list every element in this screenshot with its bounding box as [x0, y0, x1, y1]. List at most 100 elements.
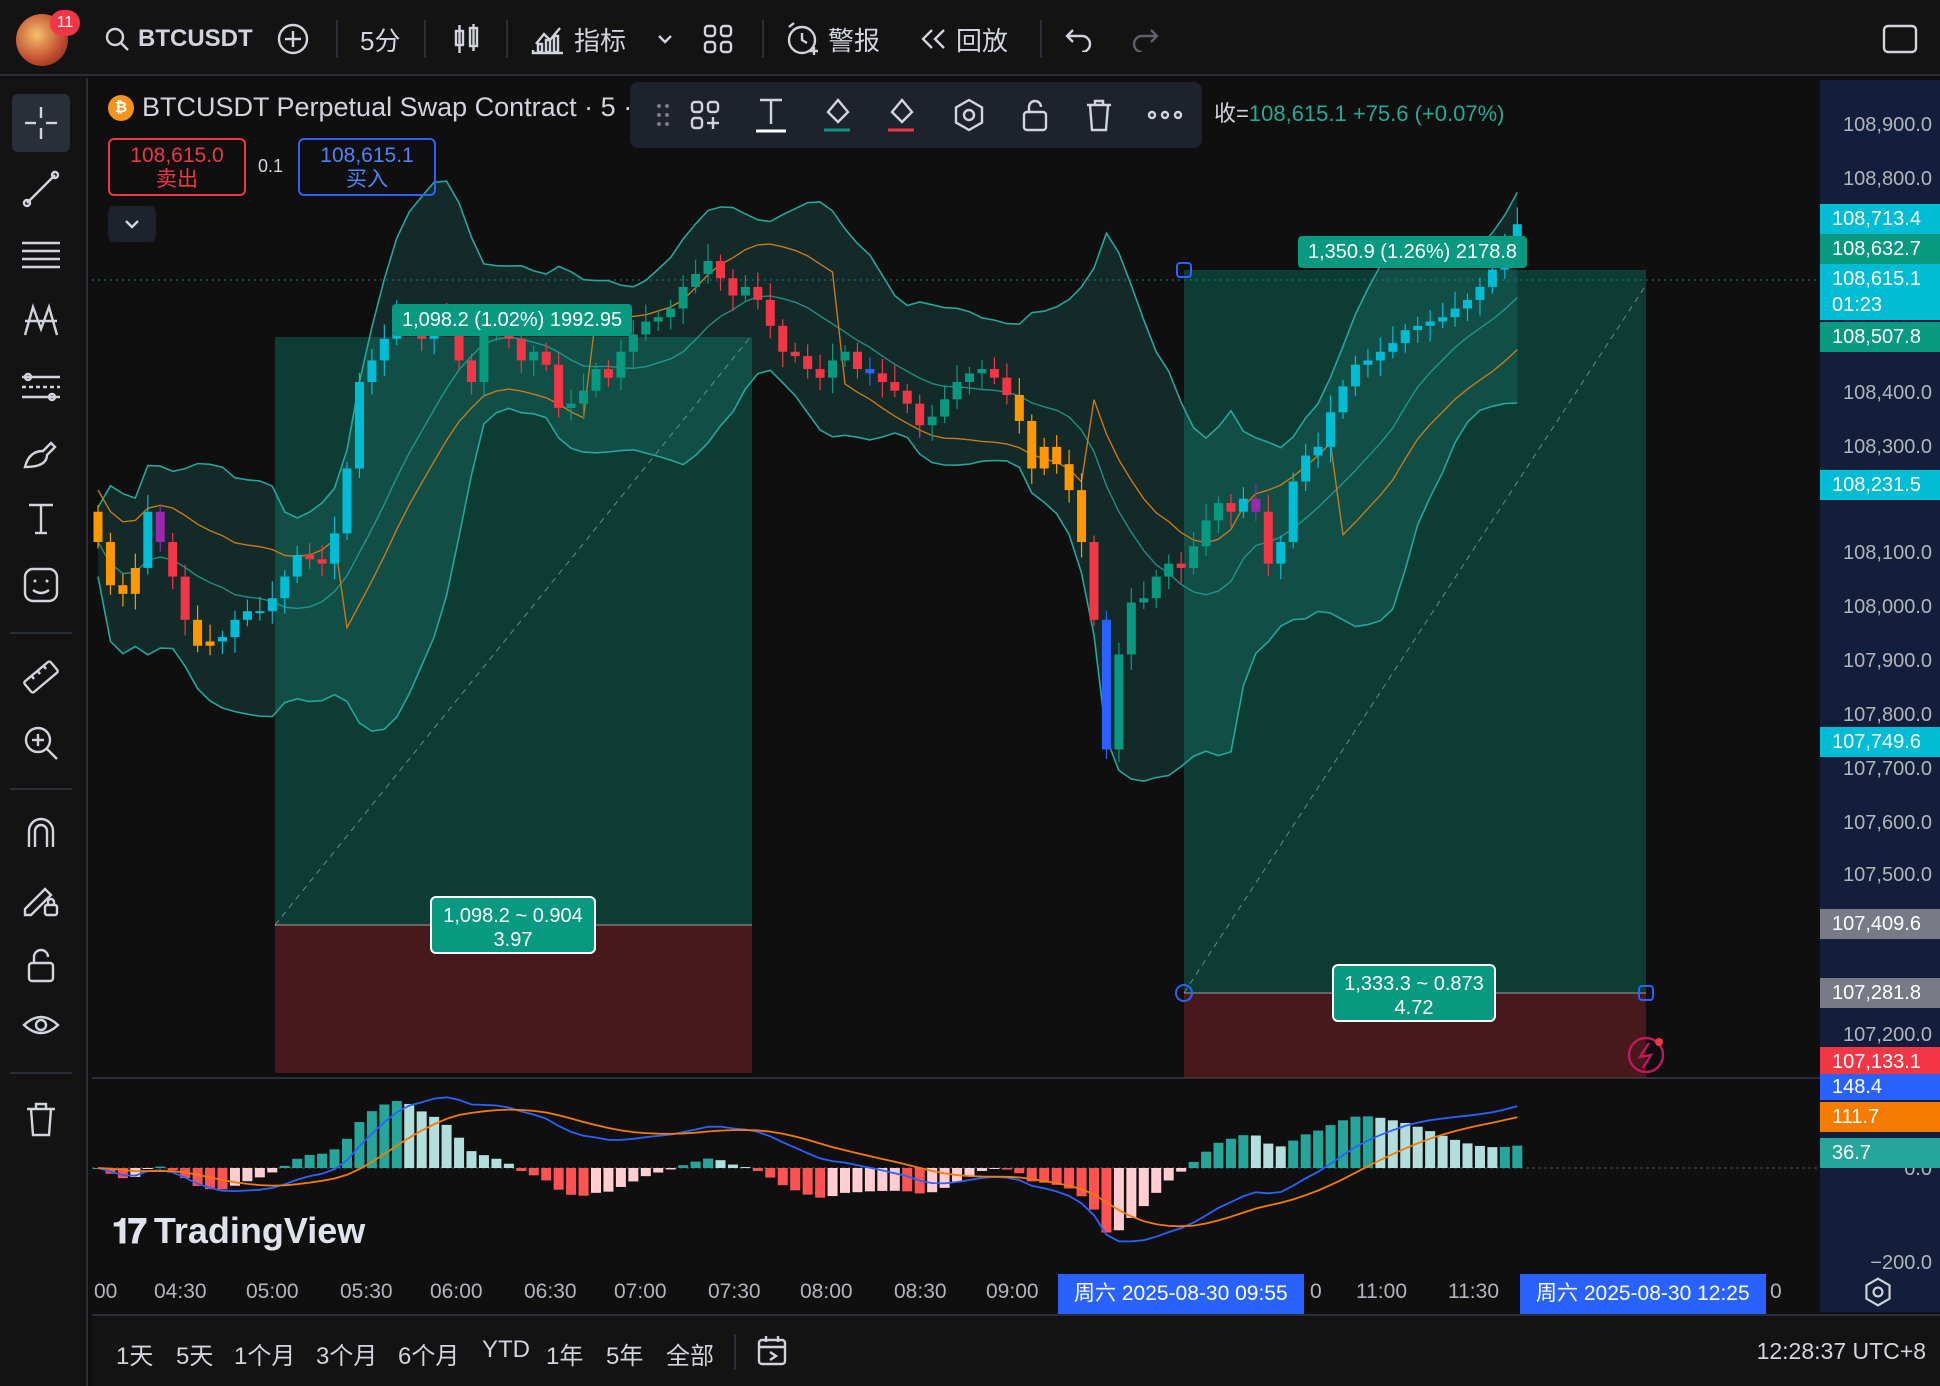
buy-button[interactable]: 108,615.1 买入	[298, 138, 436, 196]
chart-legend-title[interactable]: ₿ BTCUSDT Perpetual Swap Contract · 5 ·	[108, 92, 632, 123]
candle-body	[1176, 563, 1186, 568]
candle-body	[815, 369, 825, 378]
candle-body	[1450, 308, 1460, 318]
candle-body	[1214, 503, 1223, 521]
candle-body	[1425, 321, 1435, 326]
macd-histogram-bar	[578, 1168, 589, 1196]
bitcoin-icon: ₿	[108, 94, 134, 121]
collapse-legend-button[interactable]	[108, 206, 156, 242]
price-tag: 107,281.8	[1820, 978, 1940, 1008]
range-ytd[interactable]: YTD	[482, 1336, 530, 1364]
macd-histogram-bar	[142, 1168, 153, 1169]
range-1d[interactable]: 1天	[116, 1336, 153, 1371]
candle-body	[305, 554, 315, 560]
goto-date-button[interactable]	[756, 1334, 790, 1373]
range-1m[interactable]: 1个月	[234, 1336, 295, 1371]
range-3m[interactable]: 3个月	[316, 1336, 377, 1371]
macd-histogram-bar	[615, 1168, 626, 1187]
time-tick: 11:30	[1448, 1280, 1499, 1303]
candle-body	[1301, 455, 1311, 482]
candle-body	[753, 286, 763, 300]
position1-stats-box[interactable]: 1,098.2 ~ 0.904 3.97	[430, 896, 596, 954]
axis-settings-button[interactable]	[1862, 1276, 1894, 1313]
settings-hexagon-icon[interactable]	[948, 94, 990, 136]
candle-body	[977, 369, 987, 374]
candle-body	[1151, 576, 1161, 599]
fill-loss-icon[interactable]	[880, 94, 922, 136]
macd-histogram-bar	[827, 1168, 838, 1197]
candle-body	[1052, 446, 1062, 465]
candle-body	[579, 390, 589, 404]
candle-body	[379, 338, 389, 361]
macd-histogram-bar	[1263, 1143, 1274, 1168]
macd-histogram-bar	[566, 1168, 577, 1195]
delete-icon[interactable]	[1078, 94, 1120, 136]
candle-body	[828, 360, 838, 378]
price-tick: 107,200.0	[1843, 1024, 1932, 1046]
macd-histogram-bar	[1138, 1168, 1149, 1207]
candle-body	[193, 619, 203, 646]
candle-body	[218, 637, 227, 642]
clock-timezone[interactable]: 12:28:37 UTC+8	[1757, 1338, 1926, 1365]
tradingview-watermark: 𝟏𝟕 TradingView	[112, 1210, 365, 1252]
price-tick: 107,900.0	[1843, 650, 1932, 672]
range-all[interactable]: 全部	[666, 1336, 714, 1371]
macd-histogram-bar	[1387, 1120, 1398, 1168]
range-6m[interactable]: 6个月	[398, 1336, 459, 1371]
template-icon[interactable]	[684, 94, 726, 136]
drawing-floating-toolbar	[630, 82, 1202, 148]
time-tick: 06:00	[430, 1280, 483, 1303]
candle-body	[641, 321, 651, 335]
position2-stats-box[interactable]: 1,333.3 ~ 0.873 4.72	[1332, 964, 1496, 1022]
macd-histogram-bar	[503, 1163, 514, 1168]
macd-histogram-bar	[802, 1168, 813, 1195]
price-tag: 107,749.6	[1820, 727, 1940, 757]
candle-body	[765, 299, 775, 326]
drag-handle-icon[interactable]	[642, 94, 684, 136]
candle-body	[1201, 520, 1211, 547]
macd-histogram-bar	[1076, 1168, 1087, 1197]
candle-body	[952, 382, 962, 400]
price-tick: 107,500.0	[1843, 864, 1932, 886]
position2-stats-line2: 4.72	[1394, 997, 1434, 1019]
text-style-icon[interactable]	[750, 94, 792, 136]
ohlc-readout: 收=108,615.1 +75.6 (+0.07%)	[1214, 96, 1505, 128]
candle-body	[1413, 325, 1423, 331]
range-5d[interactable]: 5天	[176, 1336, 213, 1371]
candle-body	[678, 286, 688, 309]
fill-profit-icon[interactable]	[816, 94, 858, 136]
price-chart[interactable]	[0, 0, 1940, 1386]
candle-body	[852, 351, 862, 370]
time-tick: 08:00	[800, 1280, 853, 1303]
candle-body	[479, 334, 489, 383]
candle-body	[1126, 602, 1136, 655]
macd-histogram-bar	[1512, 1145, 1523, 1168]
time-tick: 05:00	[246, 1280, 299, 1303]
macd-histogram-bar	[1313, 1130, 1324, 1168]
candle-body	[1388, 343, 1398, 352]
macd-histogram-bar	[690, 1161, 701, 1168]
candle-body	[1027, 420, 1037, 469]
candle-body	[1363, 360, 1373, 365]
candle-body	[1238, 498, 1248, 512]
time-tick: 08:30	[894, 1280, 947, 1303]
candle-body	[890, 382, 900, 391]
range-1y[interactable]: 1年	[546, 1336, 583, 1371]
range-5y[interactable]: 5年	[606, 1336, 643, 1371]
candle-body	[989, 369, 999, 378]
candle-body	[105, 542, 115, 586]
sell-button[interactable]: 108,615.0 卖出	[108, 138, 246, 196]
more-icon[interactable]	[1144, 94, 1186, 136]
lock-icon[interactable]	[1014, 94, 1056, 136]
chart-title-text: BTCUSDT Perpetual Swap Contract · 5 ·	[142, 92, 633, 122]
candle-body	[1114, 654, 1124, 750]
candle-body	[1101, 619, 1111, 750]
candle-body	[1251, 498, 1261, 512]
buy-price: 108,615.1	[320, 144, 414, 167]
time-axis[interactable]: 00 04:30 05:00 05:30 06:00 06:30 07:00 0…	[92, 1274, 1820, 1314]
macd-histogram-bar	[790, 1168, 801, 1191]
macd-tick: −200.0	[1870, 1252, 1932, 1274]
macd-histogram-bar	[653, 1168, 664, 1173]
macd-histogram-bar	[516, 1168, 527, 1172]
macd-histogram-bar	[466, 1151, 477, 1168]
